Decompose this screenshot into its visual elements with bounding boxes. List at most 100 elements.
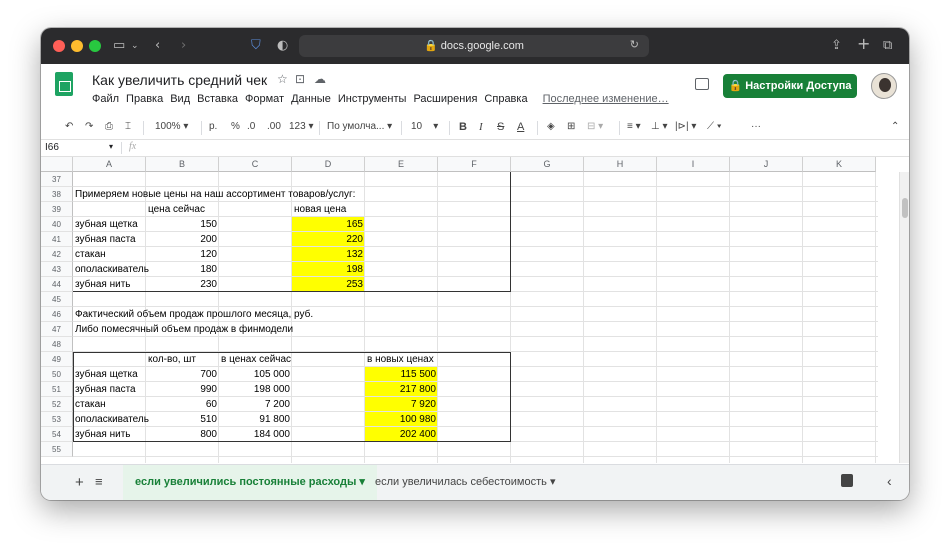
row-header[interactable]: 51 [41, 382, 73, 397]
forward-icon[interactable]: › [181, 37, 186, 55]
explore-icon[interactable] [841, 474, 853, 487]
cell-c52[interactable]: 7 200 [219, 397, 292, 412]
merge-cells-icon[interactable]: ⊟ ▾ [587, 121, 603, 132]
cell-b42[interactable]: 120 [146, 247, 219, 262]
row-header[interactable]: 42 [41, 247, 73, 262]
zoom-select[interactable]: 100% ▾ [155, 121, 188, 132]
cell-b54[interactable]: 800 [146, 427, 219, 442]
bold-icon[interactable]: B [459, 121, 467, 133]
cell-e53[interactable]: 100 980 [365, 412, 438, 427]
menu-data[interactable]: Данные [291, 93, 331, 105]
last-edit-link[interactable]: Последнее изменение… [543, 93, 669, 105]
italic-icon[interactable]: I [479, 121, 483, 133]
row-header[interactable]: 44 [41, 277, 73, 292]
cell-c53[interactable]: 91 800 [219, 412, 292, 427]
text-wrap-icon[interactable]: |⊳| ▾ [675, 121, 696, 132]
back-icon[interactable]: ‹ [155, 37, 160, 55]
horizontal-align-icon[interactable]: ≡ ▾ [627, 121, 641, 132]
share-button[interactable]: 🔒 Настройки Доступа [723, 74, 857, 98]
cell-d39[interactable]: новая цена [292, 202, 348, 217]
cell-b44[interactable]: 230 [146, 277, 219, 292]
vertical-scrollbar[interactable] [899, 172, 909, 463]
cell-e54[interactable]: 202 400 [365, 427, 438, 442]
vertical-align-icon[interactable]: ⊥ ▾ [651, 121, 668, 132]
row-header[interactable]: 43 [41, 262, 73, 277]
menu-extensions[interactable]: Расширения [413, 93, 477, 105]
close-window-button[interactable] [53, 40, 65, 52]
cell-a53[interactable]: ополаскиватель [73, 412, 151, 427]
row-header[interactable]: 49 [41, 352, 73, 367]
column-header-i[interactable]: I [657, 157, 730, 172]
row-header[interactable]: 48 [41, 337, 73, 352]
row-header[interactable]: 39 [41, 202, 73, 217]
privacy-icon[interactable]: ◐ [277, 37, 288, 55]
cell-b53[interactable]: 510 [146, 412, 219, 427]
row-header[interactable]: 46 [41, 307, 73, 322]
cloud-status-icon[interactable]: ☁ [314, 72, 326, 86]
cell-a46[interactable]: Фактический объем продаж прошлого месяца… [73, 307, 315, 322]
cell-a42[interactable]: стакан [73, 247, 108, 262]
row-header[interactable]: 41 [41, 232, 73, 247]
row-header[interactable]: 47 [41, 322, 73, 337]
cell-a43[interactable]: ополаскиватель [73, 262, 151, 277]
select-all-corner[interactable] [41, 157, 73, 172]
fill-color-icon[interactable]: ◈ [547, 121, 555, 132]
cell-e50[interactable]: 115 500 [365, 367, 438, 382]
cell-a47[interactable]: Либо помесячный объем продаж в финмодели [73, 322, 295, 337]
comment-history-icon[interactable] [695, 78, 709, 90]
side-panel-toggle-icon[interactable]: ‹ [887, 473, 892, 489]
font-select[interactable]: По умолча... ▾ [327, 121, 392, 132]
reload-icon[interactable]: ↻ [630, 38, 639, 51]
column-header-a[interactable]: A [73, 157, 146, 172]
cell-a38[interactable]: Примеряем новые цены на наш ассортимент … [73, 187, 357, 202]
column-header-k[interactable]: K [803, 157, 876, 172]
shield-icon[interactable]: ⛉ [251, 37, 261, 55]
column-header-d[interactable]: D [292, 157, 365, 172]
menu-tools[interactable]: Инструменты [338, 93, 407, 105]
add-sheet-icon[interactable]: + [75, 474, 84, 491]
row-header[interactable]: 53 [41, 412, 73, 427]
row-header[interactable]: 38 [41, 187, 73, 202]
row-header[interactable]: 45 [41, 292, 73, 307]
star-icon[interactable]: ☆ [277, 72, 288, 86]
cell-c54[interactable]: 184 000 [219, 427, 292, 442]
column-header-c[interactable]: C [219, 157, 292, 172]
column-header-g[interactable]: G [511, 157, 584, 172]
cell-d40[interactable]: 165 [292, 217, 365, 232]
sheet-tab-active[interactable]: если увеличились постоянные расходы ▾ [123, 465, 377, 500]
column-header-f[interactable]: F [438, 157, 511, 172]
print-icon[interactable]: ⎙ [105, 121, 113, 132]
cell-d41[interactable]: 220 [292, 232, 365, 247]
paint-format-icon[interactable]: ⌶ [125, 121, 131, 132]
cell-c51[interactable]: 198 000 [219, 382, 292, 397]
name-box[interactable]: I66 [45, 142, 59, 153]
cell-a50[interactable]: зубная щетка [73, 367, 140, 382]
more-formats-select[interactable]: 123 ▾ [289, 121, 314, 132]
font-size-select[interactable]: 10 ▾ [411, 121, 438, 132]
spreadsheet-grid[interactable]: A B C D E F G H I J K 37 38 Примеряем новые цены на н… [41, 157, 909, 463]
new-tab-icon[interactable]: + [857, 35, 870, 53]
strikethrough-icon[interactable]: S [497, 121, 504, 133]
cell-a41[interactable]: зубная паста [73, 232, 138, 247]
cell-b49[interactable]: кол-во, шт [146, 352, 198, 367]
sidebar-icon[interactable]: ▭ [113, 37, 125, 55]
cell-e49[interactable]: в новых ценах [365, 352, 436, 367]
cell-b43[interactable]: 180 [146, 262, 219, 277]
menu-help[interactable]: Справка [484, 93, 527, 105]
cell-b41[interactable]: 200 [146, 232, 219, 247]
row-header[interactable]: 37 [41, 172, 73, 187]
cell-e52[interactable]: 7 920 [365, 397, 438, 412]
currency-format-button[interactable]: р. [209, 121, 217, 132]
cell-b51[interactable]: 990 [146, 382, 219, 397]
cell-b52[interactable]: 60 [146, 397, 219, 412]
tabs-overview-icon[interactable]: ⧉ [883, 37, 892, 55]
column-header-j[interactable]: J [730, 157, 803, 172]
column-header-b[interactable]: B [146, 157, 219, 172]
scrollbar-thumb[interactable] [902, 198, 908, 218]
cell-c49[interactable]: в ценах сейчас [219, 352, 293, 367]
menu-format[interactable]: Формат [245, 93, 284, 105]
cell-d44[interactable]: 253 [292, 277, 365, 292]
column-header-h[interactable]: H [584, 157, 657, 172]
text-color-icon[interactable]: A [517, 121, 524, 133]
document-title[interactable]: Как увеличить средний чек [92, 72, 267, 88]
